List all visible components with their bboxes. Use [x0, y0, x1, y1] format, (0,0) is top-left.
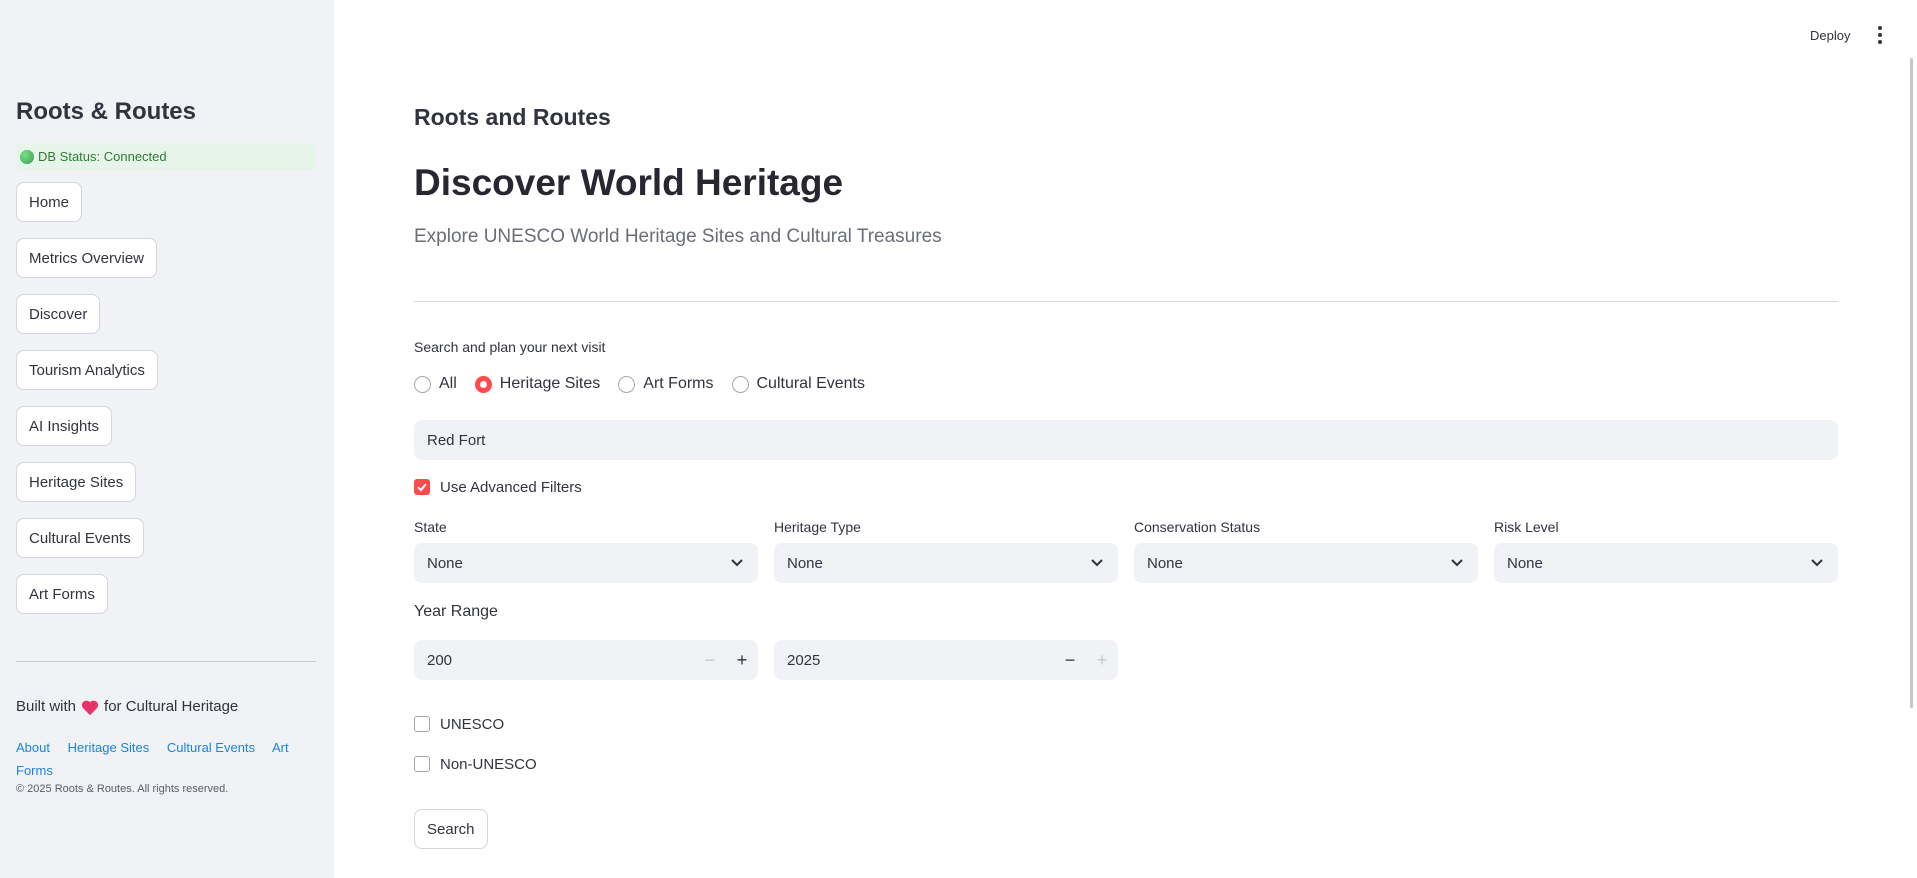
- year-range-label: Year Range: [414, 603, 498, 620]
- non-unesco-label: Non-UNESCO: [440, 755, 537, 773]
- built-with-text: Built with for Cultural Heritage: [16, 698, 238, 715]
- sidebar-divider: [16, 661, 316, 662]
- page-title: Roots and Routes: [414, 104, 611, 130]
- select-value: None: [1507, 554, 1543, 572]
- select-value: None: [427, 554, 463, 572]
- radio-label: All: [439, 375, 457, 392]
- chevron-down-icon: [1089, 555, 1105, 571]
- filter-label-conservation-status: Conservation Status: [1134, 519, 1261, 535]
- radio-label: Heritage Sites: [499, 375, 601, 392]
- chevron-down-icon: [1449, 555, 1465, 571]
- nav-button-discover[interactable]: Discover: [16, 294, 101, 334]
- unesco-checkbox[interactable]: UNESCO: [414, 713, 504, 735]
- hero-subtitle: Explore UNESCO World Heritage Sites and …: [414, 226, 942, 247]
- radio-cultural-events[interactable]: Cultural Events: [731, 375, 866, 393]
- radio-label: Cultural Events: [756, 375, 866, 392]
- radio-circle: [618, 375, 636, 393]
- radio-circle: [414, 375, 431, 393]
- copyright-text: © 2025 Roots & Routes. All rights reserv…: [16, 783, 229, 795]
- search-type-radio-group: All Heritage Sites Art Forms Cultural Ev…: [414, 372, 883, 396]
- footer-link-about[interactable]: About: [16, 740, 50, 755]
- built-with-prefix: Built with: [16, 698, 77, 715]
- sidebar: Roots & Routes DB Status: Connected Home…: [0, 0, 334, 878]
- advanced-filters-checkbox[interactable]: Use Advanced Filters: [414, 476, 582, 498]
- radio-circle-selected: [474, 375, 492, 393]
- select-value: None: [1147, 554, 1183, 572]
- deploy-button[interactable]: Deploy: [1800, 22, 1860, 48]
- select-value: None: [787, 554, 823, 572]
- radio-art-forms[interactable]: Art Forms: [618, 375, 714, 393]
- built-with-suffix: for Cultural Heritage: [104, 698, 239, 715]
- advanced-filters-label: Use Advanced Filters: [440, 478, 582, 496]
- decrement-button[interactable]: −: [694, 640, 726, 680]
- search-type-label: Search and plan your next visit: [414, 339, 606, 355]
- search-input[interactable]: Red Fort: [414, 420, 1838, 460]
- radio-circle: [731, 375, 749, 393]
- year-from-input[interactable]: 200 − +: [414, 640, 758, 680]
- heritage-type-select[interactable]: None: [774, 543, 1118, 583]
- year-to-input[interactable]: 2025 − +: [774, 640, 1118, 680]
- hero-title: Discover World Heritage: [414, 162, 844, 203]
- kebab-menu-icon[interactable]: [1872, 22, 1888, 48]
- increment-button[interactable]: +: [1086, 640, 1118, 680]
- chevron-down-icon: [729, 555, 745, 571]
- nav-button-heritage-sites[interactable]: Heritage Sites: [16, 462, 137, 502]
- footer-link-heritage-sites[interactable]: Heritage Sites: [68, 740, 150, 755]
- heart-icon: [82, 699, 98, 715]
- nav-button-art-forms[interactable]: Art Forms: [16, 574, 108, 614]
- nav-button-ai-insights[interactable]: AI Insights: [16, 406, 113, 446]
- conservation-status-select[interactable]: None: [1134, 543, 1478, 583]
- decrement-button[interactable]: −: [1054, 640, 1086, 680]
- non-unesco-checkbox[interactable]: Non-UNESCO: [414, 753, 537, 775]
- scrollbar[interactable]: [1910, 58, 1913, 708]
- search-button[interactable]: Search: [414, 809, 488, 849]
- year-from-value[interactable]: 200: [427, 652, 694, 669]
- footer-links: About Heritage Sites Cultural Events Art…: [16, 736, 306, 782]
- checkbox-checked-icon: [414, 479, 430, 495]
- db-status-text: DB Status: Connected: [38, 149, 167, 164]
- nav-button-metrics-overview[interactable]: Metrics Overview: [16, 238, 158, 278]
- db-status-badge: DB Status: Connected: [16, 143, 316, 170]
- nav-button-tourism-analytics[interactable]: Tourism Analytics: [16, 350, 158, 390]
- chevron-down-icon: [1809, 555, 1825, 571]
- sidebar-brand: Roots & Routes: [16, 98, 196, 125]
- unesco-label: UNESCO: [440, 715, 505, 733]
- checkbox-unchecked-icon: [414, 716, 430, 732]
- radio-label: Art Forms: [643, 375, 714, 392]
- footer-link-cultural-events[interactable]: Cultural Events: [167, 740, 255, 755]
- nav-button-home[interactable]: Home: [16, 182, 83, 222]
- radio-heritage-sites[interactable]: Heritage Sites: [474, 375, 601, 393]
- filter-label-state: State: [414, 519, 447, 535]
- year-to-value[interactable]: 2025: [787, 652, 1054, 669]
- state-select[interactable]: None: [414, 543, 758, 583]
- radio-all[interactable]: All: [414, 375, 457, 393]
- checkbox-unchecked-icon: [414, 756, 430, 772]
- status-dot-icon: [20, 149, 34, 164]
- risk-level-select[interactable]: None: [1494, 543, 1838, 583]
- nav-button-cultural-events[interactable]: Cultural Events: [16, 518, 144, 558]
- filter-label-risk-level: Risk Level: [1494, 519, 1559, 535]
- increment-button[interactable]: +: [726, 640, 758, 680]
- filter-label-heritage-type: Heritage Type: [774, 519, 861, 535]
- main-divider: [414, 301, 1838, 302]
- app: Roots & Routes DB Status: Connected Home…: [0, 0, 1917, 878]
